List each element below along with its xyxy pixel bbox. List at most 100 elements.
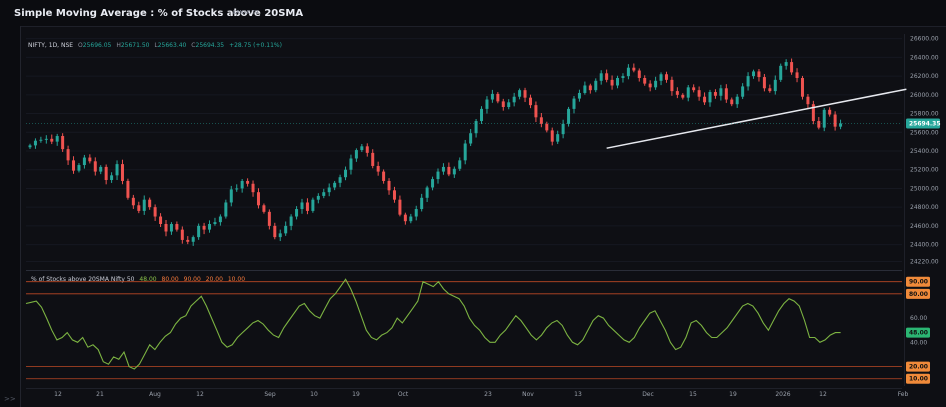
candle-body [594,80,598,91]
candle-body [164,224,168,232]
price-tick-label: 25000.00 [910,185,939,192]
candle-body [66,149,70,161]
time-tick-label: 10 [310,391,318,398]
indicator-badge-label: 48.00 [909,330,928,337]
candle-body [610,79,614,86]
candle-body [431,179,435,188]
candle-body [137,205,141,211]
time-tick-label: Aug [149,391,161,398]
candle-body [349,158,353,170]
chart-canvas[interactable]: 26600.00 26400.00 26200.00 26000.00 25800.00… [0,0,946,407]
candle-body [425,187,429,198]
candle-body [746,76,750,87]
candle-body [273,225,277,238]
candle-body [485,99,489,109]
candle-body [768,88,772,92]
candle-body [202,225,206,230]
candle-body [110,175,114,181]
candle-body [55,136,59,142]
candle-body [441,166,445,172]
indicator-tick-label: 40.00 [910,339,927,346]
trendline [606,88,907,149]
candle-body [327,187,331,193]
time-axis-border [26,388,902,389]
candle-body [409,216,413,222]
candle-body [480,108,484,122]
candle-body [224,202,228,217]
candle-body [817,121,821,128]
candle-body [550,130,554,142]
candle-body [703,96,707,103]
candle-body [120,164,124,181]
time-tick-label: 12 [54,391,62,398]
candle-body [692,87,696,91]
price-pane [26,58,907,246]
time-tick-label: 19 [352,391,360,398]
price-tick-label: 24400.00 [910,242,939,249]
price-tick-label: 26400.00 [910,54,939,61]
candle-body [572,98,576,109]
candle-body [795,72,799,78]
time-tick-label: Dec [642,391,654,398]
time-tick-label: Sep [264,391,276,398]
candle-body [670,79,674,92]
candle-body [382,171,386,181]
time-tick-label: Oct [398,391,409,398]
candle-body [311,199,315,211]
price-tick-label: 24220.00 [910,258,939,265]
candle-body [392,190,396,200]
candle-body [752,71,756,77]
candle-body [463,143,467,161]
candle-body [142,199,146,211]
candle-body [512,96,516,103]
price-tick-label: 24800.00 [910,204,939,211]
candle-body [561,123,565,135]
candle-body [403,214,407,222]
candle-body [376,165,380,172]
candle-body [278,233,282,238]
candle-body [588,85,592,91]
candle-body [839,123,843,127]
grid-lines [26,34,905,389]
price-tick-label: 24600.00 [910,223,939,230]
indicator-line [25,278,841,370]
candle-body [131,197,135,206]
candle-body [88,157,92,162]
candle-body [289,216,293,226]
price-tick-label: 26200.00 [910,73,939,80]
candle-body [686,87,690,98]
price-tick-label: 26600.00 [910,36,939,43]
candle-body [800,77,804,97]
candle-body [169,224,173,232]
candle-body [779,65,783,80]
candle-body [153,207,157,217]
time-tick-label: 13 [574,391,582,398]
candle-body [458,160,462,169]
candle-body [235,188,239,190]
candle-body [322,192,326,196]
candle-body [697,90,701,97]
candle-body [556,134,560,142]
candle-body [507,102,511,108]
candle-body [773,79,777,92]
candle-body [762,77,766,89]
candle-body [632,67,636,71]
candle-body [267,211,271,226]
candle-body [126,180,130,198]
candle-body [599,73,603,81]
candle-body [77,165,81,171]
candle-body [44,138,48,140]
candle-body [284,225,288,234]
candle-body [713,92,717,96]
candle-body [360,146,364,151]
candle-body [295,209,299,217]
candle-body [741,86,745,97]
candle-body [420,197,424,210]
candle-body [344,169,348,178]
indicator-badge-label: 10.00 [909,376,928,383]
candle-body [626,67,630,77]
candle-body [229,189,233,203]
candle-body [675,91,679,95]
candle-body [218,216,222,223]
candle-body [50,138,54,142]
